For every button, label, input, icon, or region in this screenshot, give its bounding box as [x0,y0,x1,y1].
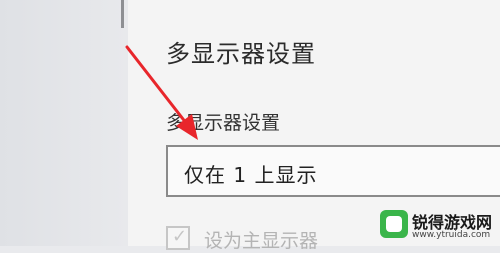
watermark-url: www.ytruida.com [412,230,491,240]
watermark: 锐得游戏网 www.ytruida.com [380,208,496,242]
watermark-logo-icon [380,210,408,238]
